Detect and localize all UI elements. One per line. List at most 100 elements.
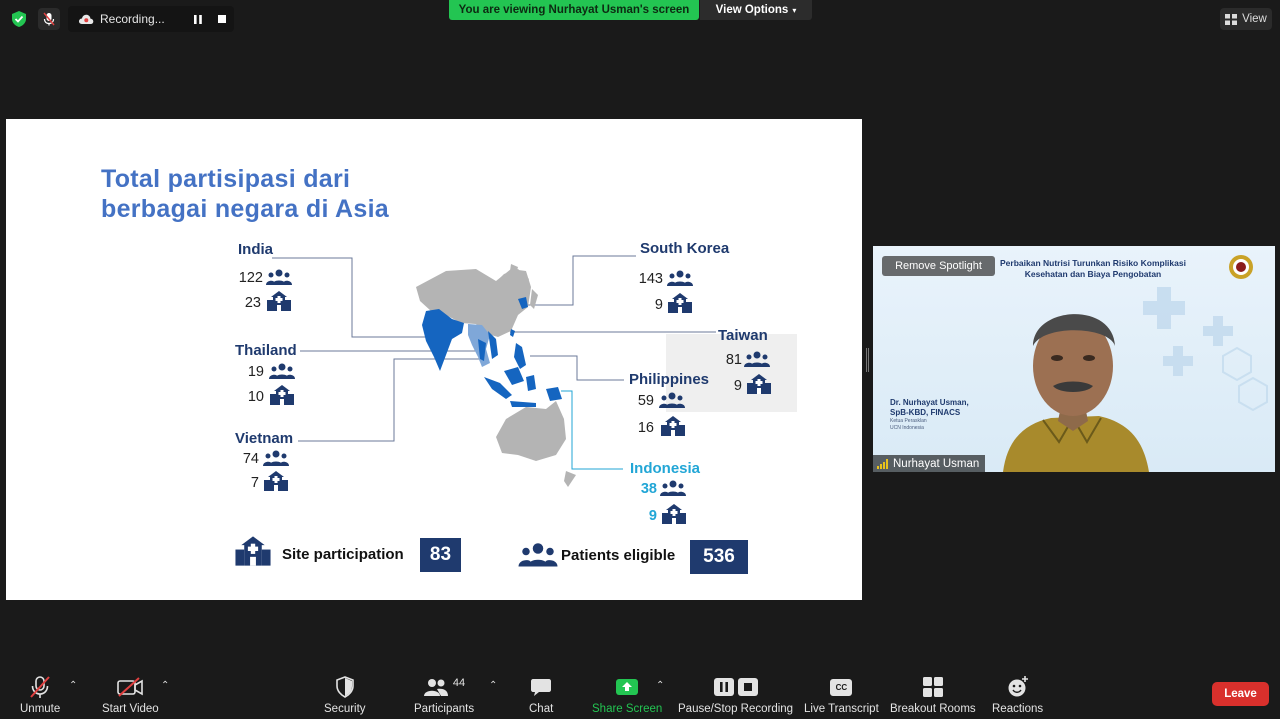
india-sites-value: 23: [244, 295, 261, 311]
patients-icon: [266, 269, 292, 285]
leave-button[interactable]: Leave: [1212, 682, 1269, 706]
cloud-recording-icon: [78, 14, 94, 24]
start-video-label: Start Video: [102, 703, 159, 715]
signal-strength-icon: [877, 458, 888, 469]
south-korea-connector-line: [524, 255, 636, 306]
hospital-icon: [668, 293, 692, 313]
share-screen-button[interactable]: Share Screen: [592, 674, 662, 715]
south-korea-sites-value: 9: [654, 297, 663, 313]
live-transcript-label: Live Transcript: [804, 703, 879, 715]
hospital-icon: [662, 504, 686, 524]
view-options-button[interactable]: View Options ▾: [700, 0, 812, 20]
country-philippines-label: Philippines: [629, 371, 710, 388]
patients-icon: [667, 270, 693, 286]
share-screen-arrow-icon: [616, 679, 639, 695]
taiwan-patients-value: 81: [725, 352, 742, 368]
share-options-chevron-icon[interactable]: ⌃: [656, 680, 664, 691]
patients-eligible-icon: [518, 543, 558, 567]
japan-shape: [530, 289, 538, 309]
unmute-button[interactable]: Unmute: [20, 674, 60, 715]
patients-eligible-label: Patients eligible: [561, 547, 676, 564]
hospital-icon: [661, 416, 685, 436]
security-button[interactable]: Security: [324, 674, 366, 715]
viewing-screen-banner: You are viewing Nurhayat Usman's screen: [449, 0, 699, 20]
share-screen-label: Share Screen: [592, 703, 663, 715]
remove-spotlight-button[interactable]: Remove Spotlight: [882, 256, 995, 276]
vietnam-connector-line: [298, 358, 482, 442]
speaker-affiliation-line-2: UCN Indonesia: [890, 425, 924, 431]
breakout-rooms-button[interactable]: Breakout Rooms: [890, 674, 976, 715]
webinar-header-line-1: Perbaikan Nutrisi Turunkan Risiko Kompli…: [1000, 258, 1186, 268]
country-taiwan-label: Taiwan: [718, 327, 768, 344]
mic-status-icon[interactable]: [38, 8, 60, 30]
participants-count: 44: [452, 677, 466, 689]
reactions-label: Reactions: [992, 703, 1044, 715]
india-connector-line: [272, 257, 426, 338]
hospital-icon: [267, 291, 291, 311]
australia-shape: [496, 401, 566, 461]
participant-video-tile[interactable]: Remove Spotlight Perbaikan Nutrisi Turun…: [873, 246, 1275, 472]
breakout-rooms-grid-icon: [922, 677, 943, 697]
reactions-smiley-icon: [1008, 676, 1028, 697]
video-off-icon: [117, 677, 144, 697]
patients-icon: [263, 450, 289, 466]
indonesia-sites-value: 9: [648, 508, 657, 524]
java-shape: [510, 401, 536, 407]
pause-stop-recording-button[interactable]: Pause/Stop Recording: [678, 674, 793, 715]
participant-nameplate: Nurhayat Usman: [873, 455, 986, 472]
philippines-connector-line: [530, 355, 624, 381]
shared-screen-slide: Total partisipasi dari berbagai negara d…: [6, 119, 862, 600]
security-label: Security: [324, 703, 366, 715]
new-zealand-shape: [564, 471, 576, 487]
pause-stop-recording-label: Pause/Stop Recording: [678, 703, 794, 715]
patients-icon: [659, 392, 685, 408]
stop-recording-icon[interactable]: [215, 12, 229, 26]
vietnam-patients-value: 74: [242, 451, 259, 467]
participants-button[interactable]: 44 Participants: [414, 674, 474, 715]
audio-options-chevron-icon[interactable]: ⌃: [69, 680, 77, 691]
thailand-patients-value: 19: [247, 364, 264, 380]
pause-recording-icon[interactable]: [191, 12, 205, 26]
site-participation-hospital-icon: [235, 536, 271, 566]
chat-label: Chat: [529, 703, 554, 715]
participants-icon: [423, 679, 448, 696]
webinar-header-line-2: Kesehatan dan Biaya Pengobatan: [1024, 269, 1162, 279]
reactions-button[interactable]: Reactions: [992, 674, 1043, 715]
view-button[interactable]: View: [1220, 8, 1272, 30]
country-indonesia-label: Indonesia: [630, 460, 701, 477]
borneo-shape: [504, 367, 524, 385]
pause-icon: [713, 678, 734, 696]
security-shield-icon: [335, 676, 354, 698]
grid-view-icon: [1225, 13, 1238, 25]
thailand-sites-value: 10: [247, 389, 264, 405]
panel-resize-handle[interactable]: [866, 348, 869, 372]
muted-microphone-icon: [30, 676, 50, 698]
video-options-chevron-icon[interactable]: ⌃: [161, 680, 169, 691]
encryption-shield-icon[interactable]: [10, 10, 28, 28]
patients-eligible-value: 536: [690, 540, 748, 574]
chat-button[interactable]: Chat: [529, 674, 553, 715]
start-video-button[interactable]: Start Video: [102, 674, 159, 715]
philippines-sites-value: 16: [637, 420, 654, 436]
country-india-label: India: [238, 241, 274, 258]
chat-bubble-icon: [531, 679, 552, 696]
speaker-name-line-1: Dr. Nurhayat Usman,: [890, 398, 969, 407]
breakout-rooms-label: Breakout Rooms: [890, 703, 976, 715]
country-vietnam-label: Vietnam: [235, 430, 294, 447]
south-korea-patients-value: 143: [638, 271, 663, 287]
live-transcript-button[interactable]: CC Live Transcript: [804, 674, 879, 715]
patients-icon: [744, 351, 770, 367]
participants-options-chevron-icon[interactable]: ⌃: [489, 680, 497, 691]
sumatra-shape: [484, 377, 512, 399]
speaker-credentials: Dr. Nurhayat Usman, SpB-KBD, FINACS: [890, 398, 969, 418]
closed-caption-icon: CC: [830, 678, 853, 696]
sulawesi-shape: [526, 375, 536, 391]
view-label: View: [1242, 13, 1267, 25]
philippines-patients-value: 59: [637, 393, 654, 409]
speaker-affiliation-line-1: Ketua Perasklan: [890, 418, 927, 424]
unmute-label: Unmute: [20, 703, 61, 715]
participant-name: Nurhayat Usman: [893, 457, 980, 470]
webinar-header: Perbaikan Nutrisi Turunkan Risiko Kompli…: [983, 258, 1203, 280]
chevron-down-icon: ▾: [792, 5, 797, 15]
patients-icon: [660, 480, 686, 496]
